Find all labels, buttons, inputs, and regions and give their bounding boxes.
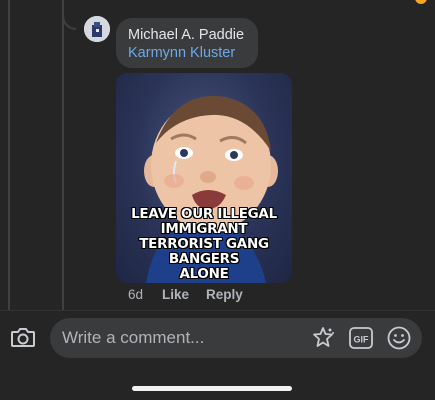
comment-placeholder: Write a comment... [62, 328, 205, 347]
meme-image[interactable]: LEAVE OUR ILLEGAL IMMIGRANT TERRORIST GA… [116, 73, 292, 283]
caption-line: TERRORIST GANG BANGERS [139, 236, 269, 267]
gif-icon[interactable]: GIF [348, 325, 374, 356]
home-indicator[interactable] [132, 386, 292, 391]
caption-line: LEAVE OUR ILLEGAL [131, 206, 277, 222]
avatar-sticker-icon[interactable] [310, 325, 336, 356]
mention-link[interactable]: Karmynn Kluster [128, 44, 246, 62]
emoji-icon[interactable] [386, 325, 412, 356]
caption-line: ALONE [179, 266, 229, 282]
comment-bubble: Michael A. Paddie Karmynn Kluster [116, 18, 258, 68]
thread-line-outer [8, 0, 10, 310]
avatar[interactable] [84, 16, 110, 42]
meme-caption: LEAVE OUR ILLEGAL IMMIGRANT TERRORIST GA… [116, 207, 292, 282]
thread-connector [62, 0, 76, 30]
comment-author[interactable]: Michael A. Paddie [128, 26, 246, 44]
svg-text:GIF: GIF [354, 335, 370, 345]
caption-line: IMMIGRANT [160, 221, 248, 237]
thread-line [62, 0, 64, 310]
reply-button[interactable]: Reply [206, 287, 243, 302]
comment-actions: 6d Like Reply [128, 287, 243, 302]
comment-timestamp: 6d [128, 287, 144, 302]
composer-divider [0, 310, 435, 311]
like-button[interactable]: Like [162, 287, 206, 302]
notification-dot [415, 0, 427, 4]
camera-icon[interactable] [10, 325, 36, 349]
